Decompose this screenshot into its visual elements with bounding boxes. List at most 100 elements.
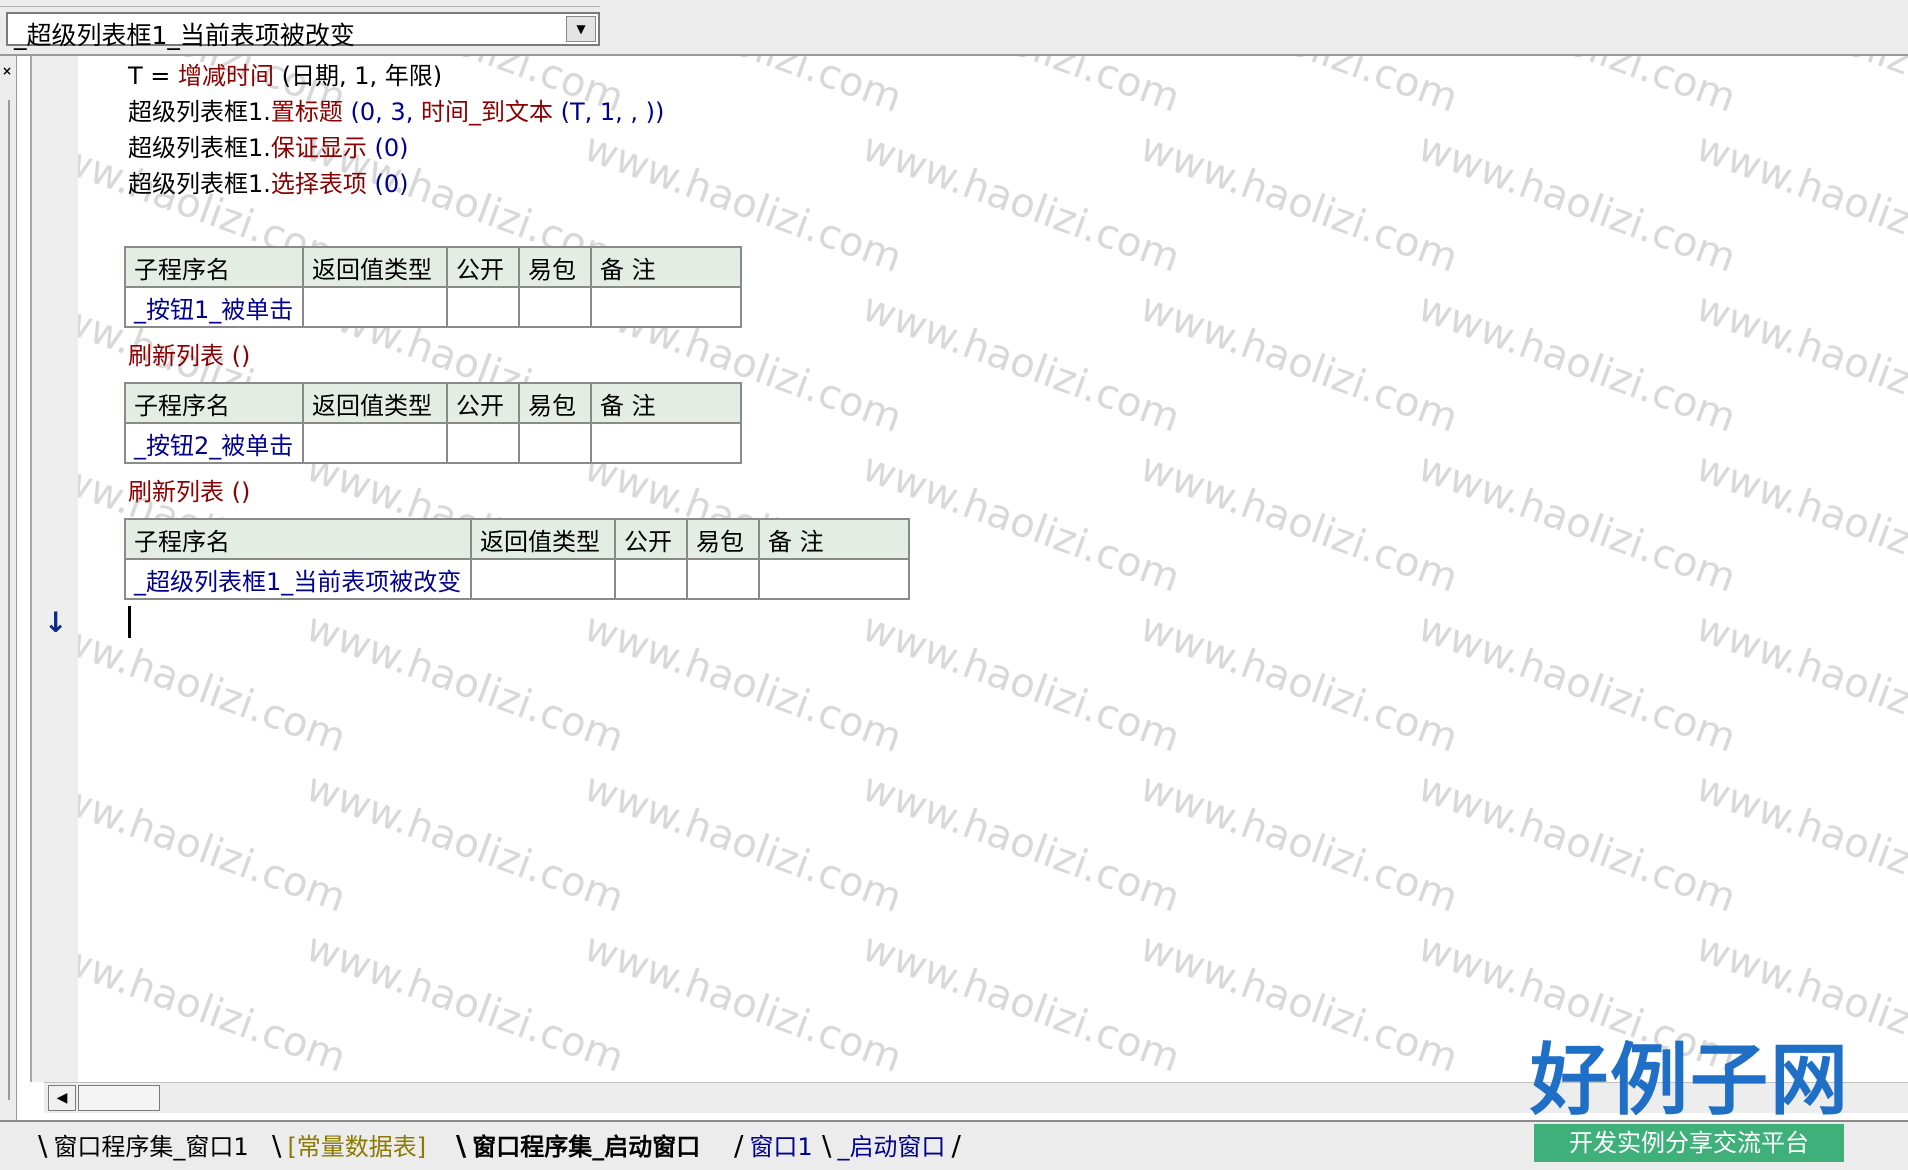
code-token: 增减时间 [178, 62, 275, 90]
subroutine-name[interactable]: _按钮2_被单击 [124, 422, 304, 464]
code-token: 时间_到文本 [420, 98, 553, 126]
header-cell: 返回值类型 [302, 246, 448, 288]
watermark-text: www.haolizi.com [1690, 124, 1908, 282]
subroutine-select-value: _超级列表框1_当前表项被改变 [14, 21, 355, 50]
haolizi-logo: 好例子网 开发实例分享交流平台 [1530, 1035, 1851, 1162]
code-line[interactable]: T = 增减时间 (日期, 1, 年限) [128, 56, 442, 91]
code-line[interactable]: 超级列表框1.置标题 (0, 3, 时间_到文本 (T, 1, , )) [128, 92, 664, 127]
watermark-text: www.haolizi.com [856, 604, 1186, 762]
code-token: 置标题 [270, 98, 343, 126]
chevron-down-icon[interactable]: ▼ [566, 16, 596, 42]
watermark-text: www.haolizi.com [1412, 444, 1742, 602]
scroll-thumb[interactable] [78, 1085, 160, 1111]
tab-window-program-set-startup[interactable]: \ 窗口程序集_启动窗口 [456, 1126, 700, 1166]
tab-startup-window[interactable]: \ _启动窗口 / [822, 1126, 967, 1166]
table-row[interactable]: _按钮1_被单击 [124, 286, 742, 328]
tab-label: 窗口程序集_启动窗口 [472, 1133, 701, 1161]
easy-pack-cell[interactable] [686, 558, 760, 600]
close-icon[interactable]: × [0, 64, 14, 78]
watermark-text: www.haolizi.com [856, 924, 1186, 1082]
left-divider [8, 100, 10, 1100]
return-type-cell[interactable] [470, 558, 616, 600]
tab-separator: \ [456, 1129, 467, 1162]
header-cell: 备 注 [590, 246, 742, 288]
tab-constants-table[interactable]: \ [常量数据表] [272, 1126, 426, 1166]
table-header-row: 子程序名 返回值类型 公开 易包 备 注 [124, 246, 742, 288]
subroutine-name[interactable]: _超级列表框1_当前表项被改变 [124, 558, 472, 600]
code-token: 超级列表框1. [128, 170, 271, 198]
remark-cell[interactable] [590, 286, 742, 328]
tab-separator: \ [38, 1129, 48, 1162]
subroutine-name[interactable]: _按钮1_被单击 [124, 286, 304, 328]
header-cell: 公开 [446, 246, 520, 288]
code-token: (T, 1, , )) [552, 98, 665, 126]
logo-title: 好例子网 [1530, 1035, 1851, 1126]
tab-label: 窗口1 [749, 1133, 813, 1161]
watermark-text: www.haolizi.com [1412, 284, 1742, 442]
watermark-text: www.haolizi.com [1412, 124, 1742, 282]
code-line[interactable]: 刷新列表 () [128, 472, 250, 507]
watermark-text: www.haolizi.com [1134, 764, 1464, 922]
watermark-text: www.haolizi.com [1412, 764, 1742, 922]
easy-pack-cell[interactable] [518, 422, 592, 464]
current-line-arrow-icon: ↓ [44, 606, 68, 639]
tab-separator: \ [272, 1129, 282, 1162]
logo-subtitle: 开发实例分享交流平台 [1534, 1124, 1844, 1162]
subroutine-table: 子程序名 返回值类型 公开 易包 备 注 _按钮1_被单击 [124, 246, 742, 328]
header-cell: 公开 [614, 518, 688, 560]
tab-separator: \ [822, 1129, 832, 1162]
watermark-text: www.haolizi.com [1690, 284, 1908, 442]
scroll-left-icon[interactable]: ◀ [48, 1085, 76, 1111]
watermark-text: www.haolizi.com [1690, 764, 1908, 922]
public-cell[interactable] [446, 286, 520, 328]
code-token: 选择表项 [270, 170, 367, 198]
table-row[interactable]: _超级列表框1_当前表项被改变 [124, 558, 910, 600]
tab-window1[interactable]: / 窗口1 [734, 1126, 813, 1166]
watermark-text: www.haolizi.com [578, 924, 908, 1082]
watermark-text: www.haolizi.com [578, 764, 908, 922]
tab-separator: / [734, 1129, 744, 1162]
watermark-text: www.haolizi.com [1134, 284, 1464, 442]
header-cell: 易包 [518, 382, 592, 424]
table-row[interactable]: _按钮2_被单击 [124, 422, 742, 464]
header-cell: 子程序名 [124, 382, 304, 424]
return-type-cell[interactable] [302, 422, 448, 464]
remark-cell[interactable] [590, 422, 742, 464]
code-token: (日期, 1, 年限) [274, 62, 443, 90]
table-header-row: 子程序名 返回值类型 公开 易包 备 注 [124, 518, 910, 560]
public-cell[interactable] [446, 422, 520, 464]
header-cell: 易包 [686, 518, 760, 560]
header-cell: 易包 [518, 246, 592, 288]
subroutine-table: 子程序名 返回值类型 公开 易包 备 注 _按钮2_被单击 [124, 382, 742, 464]
subroutine-select[interactable]: _超级列表框1_当前表项被改变 ▼ [6, 12, 600, 50]
header-cell: 备 注 [590, 382, 742, 424]
tab-separator: / [951, 1129, 961, 1162]
easy-pack-cell[interactable] [518, 286, 592, 328]
watermark-text: www.haolizi.com [578, 604, 908, 762]
header-cell: 子程序名 [124, 246, 304, 288]
tab-label: _启动窗口 [837, 1133, 946, 1161]
tab-window-program-set-1[interactable]: \ 窗口程序集_窗口1 [38, 1126, 249, 1166]
code-token: 保证显示 [270, 134, 367, 162]
code-token: (0, 3, [342, 98, 421, 126]
watermark-text: www.haolizi.com [1134, 124, 1464, 282]
header-cell: 备 注 [758, 518, 910, 560]
watermark-text: www.haolizi.com [300, 764, 630, 922]
code-line[interactable]: 超级列表框1.保证显示 (0) [128, 128, 409, 163]
code-token: 超级列表框1. [128, 98, 271, 126]
line-gutter [30, 56, 78, 1082]
top-toolbar: _超级列表框1_当前表项被改变 ▼ [0, 0, 1908, 56]
header-cell: 返回值类型 [302, 382, 448, 424]
watermark-text: www.haolizi.com [1412, 604, 1742, 762]
code-token: 超级列表框1. [128, 134, 271, 162]
watermark-text: www.haolizi.com [1134, 604, 1464, 762]
public-cell[interactable] [614, 558, 688, 600]
watermark-text: www.haolizi.com [1134, 924, 1464, 1082]
return-type-cell[interactable] [302, 286, 448, 328]
code-line[interactable]: 超级列表框1.选择表项 (0) [128, 164, 409, 199]
watermark-text: www.haolizi.com [856, 284, 1186, 442]
code-token: (0) [366, 170, 409, 198]
code-line[interactable]: 刷新列表 () [128, 336, 250, 371]
remark-cell[interactable] [758, 558, 910, 600]
watermark-text: www.haolizi.com [856, 124, 1186, 282]
